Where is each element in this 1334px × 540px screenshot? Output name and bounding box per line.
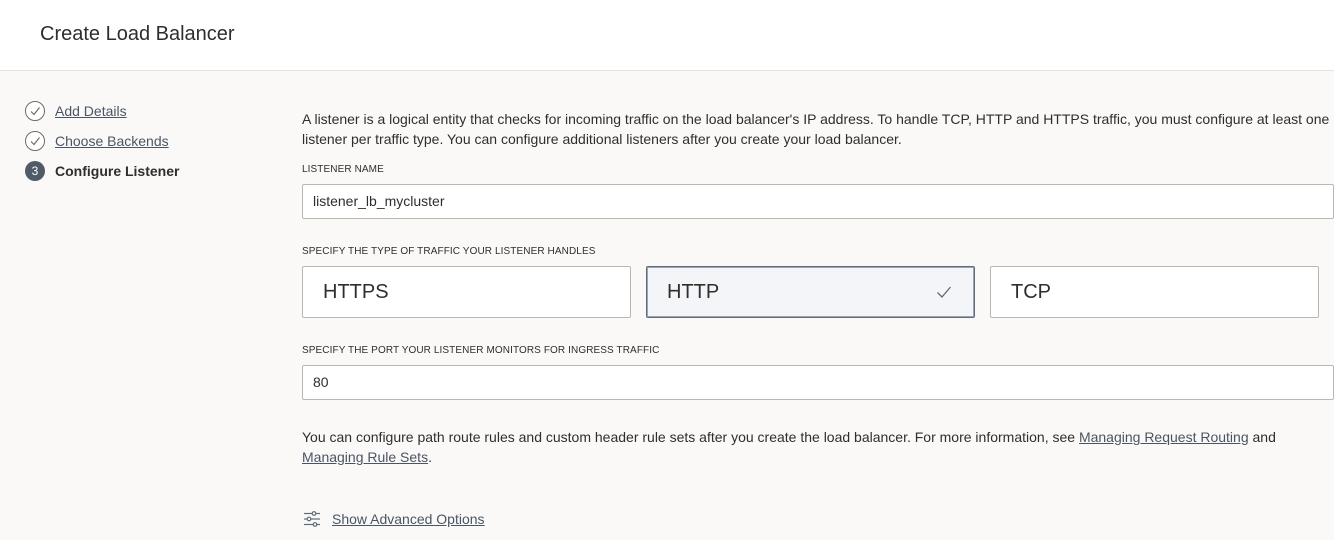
step-label-add-details[interactable]: Add Details bbox=[55, 103, 127, 119]
intro-text: A listener is a logical entity that chec… bbox=[302, 111, 1330, 147]
traffic-option-label: HTTPS bbox=[323, 281, 389, 303]
show-advanced-options-button[interactable]: Show Advanced Options bbox=[302, 509, 485, 529]
page-title: Create Load Balancer bbox=[40, 23, 235, 45]
traffic-option-label: HTTP bbox=[667, 281, 720, 303]
step-label-configure-listener: Configure Listener bbox=[55, 163, 180, 179]
page-header: Create Load Balancer bbox=[0, 0, 1334, 71]
listener-name-input[interactable]: listener_lb_mycluster bbox=[302, 184, 1334, 219]
traffic-option-https[interactable]: HTTPS bbox=[302, 266, 631, 318]
check-circle-icon bbox=[25, 101, 45, 121]
checkmark-icon bbox=[937, 286, 951, 298]
traffic-option-label: TCP bbox=[1011, 281, 1051, 303]
port-label: SPECIFY THE PORT YOUR LISTENER MONITORS … bbox=[302, 345, 660, 356]
step-configure-listener: 3 Configure Listener bbox=[25, 161, 179, 181]
show-advanced-options-label[interactable]: Show Advanced Options bbox=[332, 511, 485, 527]
step-label-choose-backends[interactable]: Choose Backends bbox=[55, 133, 169, 149]
traffic-option-tcp[interactable]: TCP bbox=[990, 266, 1319, 318]
sliders-icon bbox=[304, 511, 320, 527]
managing-request-routing-link[interactable]: Managing Request Routing bbox=[1079, 429, 1249, 445]
wizard-body: Add Details Choose Backends 3 Configure … bbox=[0, 71, 1334, 540]
listener-name-label: LISTENER NAME bbox=[302, 164, 384, 175]
step-number-badge: 3 bbox=[25, 161, 45, 181]
routing-note-text: . bbox=[428, 449, 432, 465]
step-add-details[interactable]: Add Details bbox=[25, 101, 127, 121]
port-input[interactable]: 80 bbox=[302, 365, 1334, 400]
routing-note-text: You can configure path route rules and c… bbox=[302, 429, 1079, 445]
routing-note: You can configure path route rules and c… bbox=[302, 427, 1334, 467]
traffic-type-label: SPECIFY THE TYPE OF TRAFFIC YOUR LISTENE… bbox=[302, 246, 596, 257]
managing-rule-sets-link[interactable]: Managing Rule Sets bbox=[302, 449, 428, 465]
traffic-option-http[interactable]: HTTP bbox=[646, 266, 975, 318]
step-choose-backends[interactable]: Choose Backends bbox=[25, 131, 169, 151]
routing-note-text: and bbox=[1248, 429, 1276, 445]
check-circle-icon bbox=[25, 131, 45, 151]
